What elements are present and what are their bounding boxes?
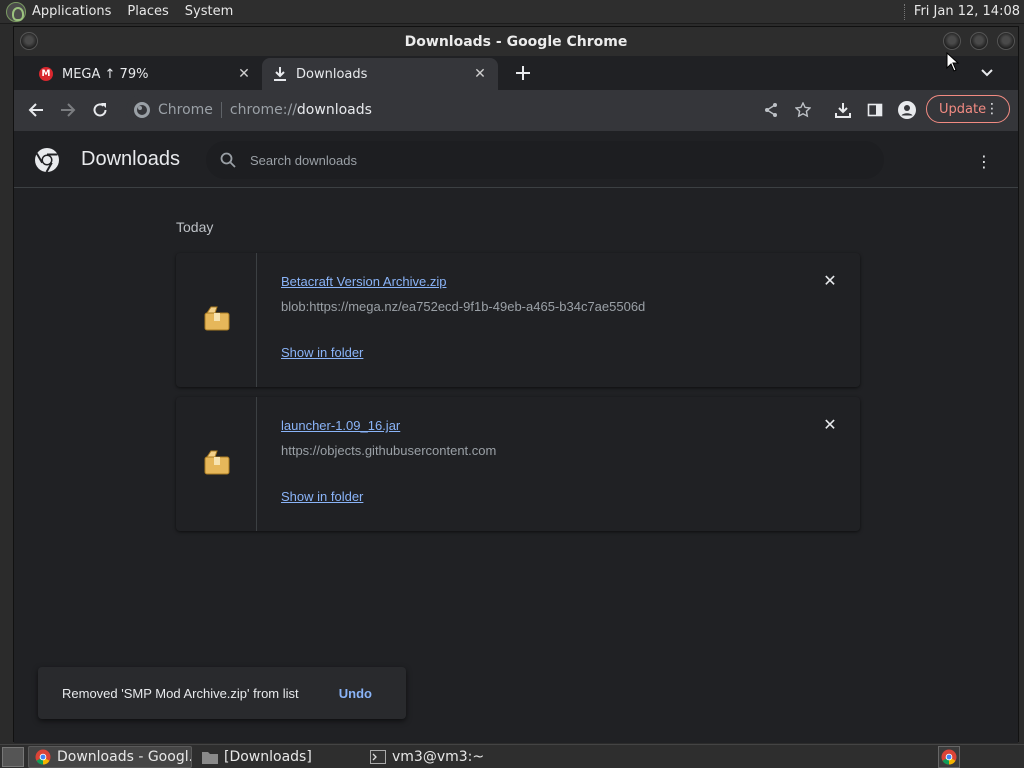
download-item: launcher-1.09_16.jar https://objects.git… — [176, 397, 860, 531]
share-button[interactable] — [759, 98, 783, 122]
forward-arrow-icon — [61, 103, 76, 117]
new-tab-button[interactable] — [512, 62, 534, 84]
task-label: vm3@vm3:~ — [392, 748, 485, 765]
folder-icon — [202, 749, 218, 765]
taskbar-item-chrome[interactable]: Downloads - Googl... — [28, 745, 192, 768]
menu-applications[interactable]: Applications — [32, 4, 111, 19]
clock[interactable]: Fri Jan 12, 14:08 — [914, 4, 1020, 19]
download-icon — [835, 103, 851, 118]
downloads-header: Downloads ⋮ — [14, 131, 1018, 188]
file-icon-area — [176, 253, 257, 387]
address-bar[interactable]: Chrome chrome:// downloads — [126, 95, 766, 125]
side-panel-icon — [867, 103, 883, 117]
menu-system[interactable]: System — [185, 4, 233, 19]
tab-title: Downloads — [296, 66, 368, 82]
profile-button[interactable] — [895, 98, 919, 122]
file-source-url: https://objects.githubusercontent.com — [281, 443, 497, 458]
task-label: [Downloads] — [224, 748, 312, 765]
task-label: Downloads - Googl... — [57, 748, 192, 765]
page-more-button[interactable]: ⋮ — [974, 151, 994, 171]
update-label: Update — [939, 101, 987, 117]
system-menu-logo-icon[interactable] — [6, 1, 26, 22]
minimize-button[interactable] — [943, 32, 961, 50]
more-vert-icon: ⋮ — [985, 101, 999, 117]
chrome-icon — [941, 749, 957, 765]
reload-button[interactable] — [88, 98, 112, 122]
tray-chrome-button[interactable] — [938, 745, 960, 768]
reload-icon — [93, 103, 107, 117]
back-arrow-icon — [28, 103, 43, 117]
maximize-button[interactable] — [970, 32, 988, 50]
file-name-link[interactable]: Betacraft Version Archive.zip — [281, 274, 446, 289]
show-desktop-button[interactable] — [2, 746, 24, 767]
url-scheme: chrome:// — [229, 102, 297, 118]
chrome-window: Downloads - Google Chrome M MEGA ↑ 79% ✕… — [13, 26, 1019, 743]
back-button[interactable] — [24, 98, 48, 122]
close-icon: ✕ — [823, 270, 837, 290]
archive-file-icon — [204, 450, 230, 475]
panel-separator — [903, 3, 906, 20]
omnibox-chip: Chrome — [158, 102, 213, 118]
chrome-logo-icon — [35, 148, 59, 173]
file-source-url: blob:https://mega.nz/ea752ecd-9f1b-49eb-… — [281, 299, 646, 314]
tab-search-button[interactable] — [978, 64, 996, 82]
search-box[interactable] — [206, 141, 884, 179]
forward-button[interactable] — [56, 98, 80, 122]
chrome-icon — [35, 749, 51, 765]
close-window-button[interactable] — [997, 32, 1015, 50]
side-panel-button[interactable] — [863, 98, 887, 122]
update-button[interactable]: Update ⋮ — [926, 95, 1010, 123]
search-input[interactable] — [250, 152, 810, 168]
close-icon[interactable]: ✕ — [236, 66, 252, 82]
taskbar-item-folder[interactable]: [Downloads] — [196, 746, 360, 768]
removed-toast: Removed 'SMP Mod Archive.zip' from list … — [38, 667, 406, 719]
bookmark-button[interactable] — [791, 98, 815, 122]
remove-download-button[interactable]: ✕ — [820, 414, 840, 434]
omnibox-divider — [220, 102, 222, 118]
undo-button[interactable]: Undo — [339, 686, 372, 701]
chrome-icon — [134, 102, 150, 118]
avatar-icon — [898, 101, 916, 119]
remove-download-button[interactable]: ✕ — [820, 270, 840, 290]
mega-icon: M — [38, 66, 54, 82]
more-vert-icon: ⋮ — [976, 151, 992, 171]
date-section-label: Today — [176, 219, 214, 235]
search-icon — [220, 152, 236, 168]
panel-right-area: Fri Jan 12, 14:08 — [903, 3, 1020, 20]
close-icon: ✕ — [823, 414, 837, 434]
download-icon — [272, 66, 288, 82]
tab-strip: M MEGA ↑ 79% ✕ Downloads ✕ — [14, 56, 1018, 90]
window-menu-button[interactable] — [20, 32, 38, 50]
url-host: downloads — [296, 102, 372, 118]
window-titlebar[interactable]: Downloads - Google Chrome — [14, 27, 1018, 56]
taskbar-item-terminal[interactable]: vm3@vm3:~ — [364, 746, 528, 768]
system-top-panel: Applications Places System Fri Jan 12, 1… — [0, 0, 1024, 24]
archive-file-icon — [204, 306, 230, 331]
window-title: Downloads - Google Chrome — [404, 33, 628, 50]
star-icon — [795, 102, 811, 118]
file-name-link[interactable]: launcher-1.09_16.jar — [281, 418, 400, 433]
download-item: Betacraft Version Archive.zip blob:https… — [176, 253, 860, 387]
mouse-cursor-icon — [946, 52, 960, 72]
show-in-folder-link[interactable]: Show in folder — [281, 489, 363, 504]
page-title: Downloads — [81, 148, 180, 170]
toast-message: Removed 'SMP Mod Archive.zip' from list — [62, 685, 299, 701]
plus-icon — [516, 66, 530, 80]
close-icon[interactable]: ✕ — [472, 66, 488, 82]
downloads-button[interactable] — [831, 98, 855, 122]
menu-places[interactable]: Places — [127, 4, 168, 19]
file-icon-area — [176, 397, 257, 531]
share-icon — [765, 103, 777, 117]
chevron-down-icon — [981, 69, 993, 77]
downloads-page: Downloads ⋮ Today Betacraft Version Arch… — [14, 131, 1018, 743]
terminal-icon — [370, 749, 386, 765]
show-in-folder-link[interactable]: Show in folder — [281, 345, 363, 360]
bottom-taskbar: Downloads - Googl... [Downloads] vm3@vm3… — [0, 744, 1024, 768]
tab-title: MEGA ↑ 79% — [62, 66, 149, 82]
browser-toolbar: Chrome chrome:// downloads Update ⋮ — [14, 90, 1018, 131]
tab-mega[interactable]: M MEGA ↑ 79% ✕ — [28, 58, 262, 90]
tab-downloads[interactable]: Downloads ✕ — [262, 58, 498, 90]
